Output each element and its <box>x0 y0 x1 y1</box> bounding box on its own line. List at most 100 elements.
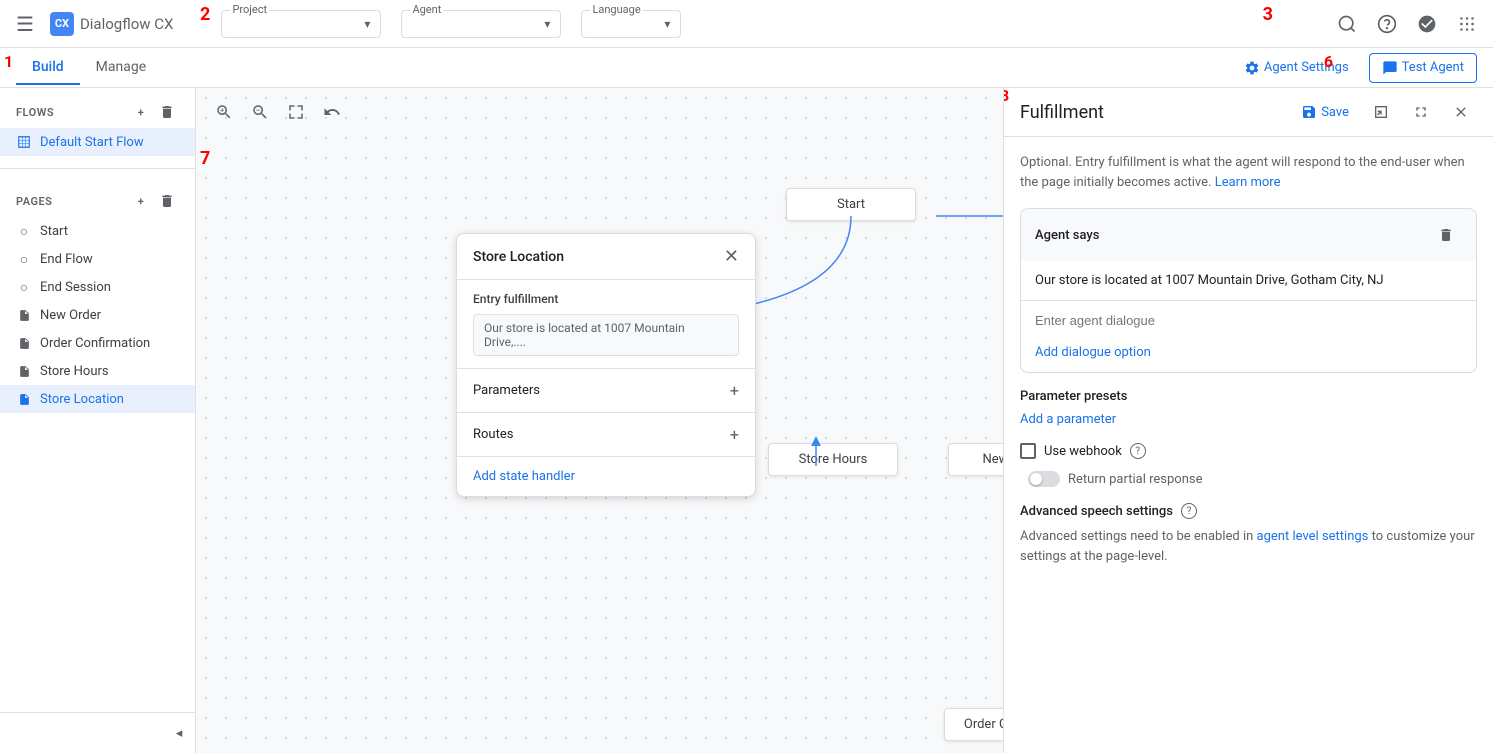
save-button[interactable]: Save <box>1293 100 1357 124</box>
webhook-checkbox[interactable] <box>1020 443 1036 459</box>
undo-btn[interactable] <box>316 96 348 128</box>
save-label: Save <box>1321 105 1349 120</box>
pages-menu-btn[interactable] <box>155 189 179 213</box>
order-confirmation-label: Order Confirmation <box>40 336 150 351</box>
tabs-row: 1 Build Manage 6 Agent Settings Test Age… <box>0 48 1493 88</box>
language-dropdown[interactable]: Language ▾ <box>581 10 681 38</box>
start-label: Start <box>40 224 68 239</box>
panel-description: Optional. Entry fulfillment is what the … <box>1020 153 1477 192</box>
logo-image: CX <box>50 12 74 36</box>
test-agent-button[interactable]: Test Agent <box>1369 53 1477 83</box>
return-partial-toggle[interactable] <box>1028 471 1060 487</box>
agent-arrow: ▾ <box>544 17 550 31</box>
help-icon-btn[interactable] <box>1369 6 1405 42</box>
collapse-sidebar-btn[interactable]: ◂ <box>167 721 191 745</box>
language-arrow: ▾ <box>664 17 670 31</box>
agent-label: Agent <box>410 3 443 16</box>
store-location-label: Store Location <box>40 392 124 407</box>
popup-title: Store Location <box>473 249 564 265</box>
popup-close-btn[interactable]: ✕ <box>724 246 739 267</box>
tab-build[interactable]: Build <box>16 51 80 85</box>
add-param-link[interactable]: Add a parameter <box>1020 412 1116 427</box>
panel-header-actions: Save <box>1293 96 1477 128</box>
pages-section: PAGES + ○ Start ○ End Flow ○ End Sessio <box>0 173 195 421</box>
parameters-section[interactable]: Parameters + <box>457 369 755 413</box>
flows-section: FLOWS + Default Start Flow <box>0 88 195 164</box>
right-panel: 8 Fulfillment Save <box>1003 88 1493 753</box>
account-icon-btn[interactable] <box>1409 6 1445 42</box>
step-7: 7 <box>200 148 210 169</box>
store-location-icon <box>16 391 32 407</box>
webhook-help-icon[interactable]: ? <box>1130 443 1146 459</box>
end-session-icon: ○ <box>16 279 32 295</box>
sidebar-item-new-order[interactable]: New Order <box>0 301 195 329</box>
add-state-handler-link[interactable]: Add state handler <box>457 457 755 496</box>
panel-header: Fulfillment Save <box>1004 88 1493 137</box>
project-dropdown[interactable]: Project ▾ <box>221 10 381 38</box>
panel-close-btn[interactable] <box>1445 96 1477 128</box>
advanced-speech-desc: Advanced settings need to be enabled in … <box>1020 527 1477 566</box>
pages-actions: + <box>129 189 179 213</box>
pages-label: PAGES <box>16 195 52 208</box>
add-flow-btn[interactable]: + <box>129 100 153 124</box>
end-flow-label: End Flow <box>40 252 93 267</box>
agent-dropdown[interactable]: Agent ▾ <box>401 10 561 38</box>
advanced-speech-row: Advanced speech settings ? <box>1020 503 1477 519</box>
sidebar-item-end-flow[interactable]: ○ End Flow <box>0 245 195 273</box>
agent-dialogue-input[interactable] <box>1035 313 1462 328</box>
sidebar-item-store-location[interactable]: Store Location <box>0 385 195 413</box>
popup-header: Store Location ✕ <box>457 234 755 280</box>
order-confirmation-node[interactable]: Order Confirmation <box>944 708 1003 741</box>
agent-says-header: Agent says <box>1021 209 1476 261</box>
project-label: Project <box>230 3 269 16</box>
app-logo: CX Dialogflow CX <box>50 12 174 36</box>
new-order-label: New Order <box>40 308 101 323</box>
agent-dropdown-wrapper: Agent ▾ <box>401 10 561 38</box>
store-hours-node[interactable]: Store Hours <box>768 443 898 476</box>
sidebar-item-order-confirmation[interactable]: Order Confirmation <box>0 329 195 357</box>
flows-menu-btn[interactable] <box>155 100 179 124</box>
store-location-popup: Store Location ✕ Entry fulfillment Our s… <box>456 233 756 497</box>
start-node[interactable]: Start <box>786 188 916 221</box>
main-layout: FLOWS + Default Start Flow PAGES <box>0 88 1493 753</box>
flows-section-header: FLOWS + <box>0 96 195 128</box>
webhook-row: Use webhook ? <box>1020 443 1477 459</box>
sidebar-item-store-hours[interactable]: Store Hours <box>0 357 195 385</box>
agent-says-text: Our store is located at 1007 Mountain Dr… <box>1021 261 1476 301</box>
agent-says-card: Agent says Our store is located at 1007 … <box>1020 208 1477 373</box>
agent-level-settings-link[interactable]: agent level settings <box>1257 529 1369 544</box>
sidebar-item-start[interactable]: ○ Start <box>0 217 195 245</box>
start-icon: ○ <box>16 223 32 239</box>
entry-fulfillment-section: Entry fulfillment Our store is located a… <box>457 280 755 369</box>
new-order-node[interactable]: New Order <box>948 443 1003 476</box>
parameters-expand-icon: + <box>730 381 739 400</box>
sidebar-item-default-flow[interactable]: Default Start Flow <box>0 128 195 156</box>
fit-screen-btn[interactable] <box>280 96 312 128</box>
agent-settings-button[interactable]: Agent Settings <box>1232 54 1361 82</box>
menu-icon[interactable]: ☰ <box>8 4 42 44</box>
entry-fulfillment-text: Our store is located at 1007 Mountain Dr… <box>473 314 739 356</box>
learn-more-link[interactable]: Learn more <box>1215 175 1281 190</box>
canvas-toolbar <box>196 88 360 136</box>
header-icons <box>1329 6 1485 42</box>
zoom-out-btn[interactable] <box>244 96 276 128</box>
sidebar-item-end-session[interactable]: ○ End Session <box>0 273 195 301</box>
apps-icon-btn[interactable] <box>1449 6 1485 42</box>
panel-fullscreen-btn[interactable] <box>1405 96 1437 128</box>
language-dropdown-wrapper: Language ▾ <box>581 10 681 38</box>
add-page-btn[interactable]: + <box>129 189 153 213</box>
routes-section[interactable]: Routes + <box>457 413 755 457</box>
delete-agent-says-btn[interactable] <box>1430 219 1462 251</box>
search-icon-btn[interactable] <box>1329 6 1365 42</box>
language-label: Language <box>590 3 642 16</box>
return-partial-label: Return partial response <box>1068 472 1202 487</box>
routes-label: Routes <box>473 427 513 442</box>
advanced-speech-help-icon[interactable]: ? <box>1181 503 1197 519</box>
panel-expand-btn[interactable] <box>1365 96 1397 128</box>
add-dialogue-link[interactable]: Add dialogue option <box>1021 341 1476 372</box>
agent-dialogue-input-wrapper <box>1021 301 1476 341</box>
tab-manage[interactable]: Manage <box>80 51 162 85</box>
zoom-in-btn[interactable] <box>208 96 240 128</box>
order-confirmation-icon <box>16 335 32 351</box>
step-3: 3 <box>1263 4 1273 25</box>
